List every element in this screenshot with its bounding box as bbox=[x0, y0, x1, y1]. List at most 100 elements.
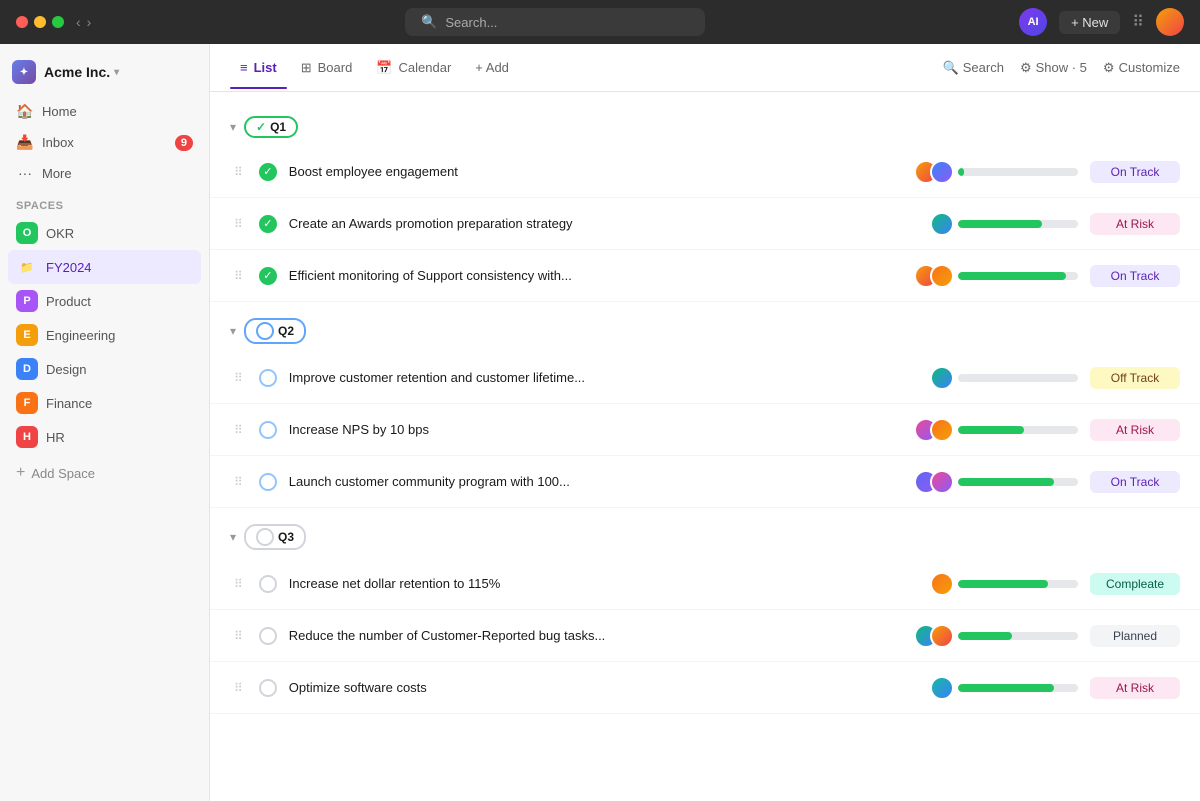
table-row: ⠿ ✓ Efficient monitoring of Support cons… bbox=[210, 250, 1200, 302]
sidebar: ✦ Acme Inc. ▾ 🏠 Home 📥 Inbox 9 ··· More … bbox=[0, 44, 210, 801]
q1-toggle[interactable]: ▾ bbox=[230, 120, 236, 134]
status-badge: Off Track bbox=[1090, 367, 1180, 389]
status-badge: At Risk bbox=[1090, 213, 1180, 235]
user-avatar[interactable] bbox=[1156, 8, 1184, 36]
status-badge: On Track bbox=[1090, 265, 1180, 287]
table-row: ⠿ Optimize software costs At Risk bbox=[210, 662, 1200, 714]
q2-circle-icon bbox=[256, 322, 274, 340]
avatar bbox=[930, 676, 954, 700]
drag-handle[interactable]: ⠿ bbox=[230, 161, 247, 183]
customize-icon: ⚙ bbox=[1103, 60, 1115, 76]
group-header-q3[interactable]: ▾ Q3 bbox=[210, 516, 1200, 558]
table-row: ⠿ Improve customer retention and custome… bbox=[210, 352, 1200, 404]
ai-badge[interactable]: AI bbox=[1019, 8, 1047, 36]
search-action[interactable]: 🔍 Search bbox=[943, 60, 1004, 76]
task-avatars bbox=[930, 212, 946, 236]
table-row: ⠿ Launch customer community program with… bbox=[210, 456, 1200, 508]
inbox-badge: 9 bbox=[175, 135, 193, 151]
add-space-button[interactable]: + Add Space bbox=[0, 458, 209, 488]
task-checkbox[interactable] bbox=[259, 369, 277, 387]
close-button[interactable] bbox=[16, 16, 28, 28]
drag-handle[interactable]: ⠿ bbox=[230, 625, 247, 647]
app-name[interactable]: Acme Inc. ▾ bbox=[44, 64, 119, 80]
home-icon: 🏠 bbox=[16, 103, 34, 120]
tab-board[interactable]: ⊞ Board bbox=[291, 54, 363, 82]
task-name: Launch customer community program with 1… bbox=[289, 474, 902, 489]
status-badge: On Track bbox=[1090, 161, 1180, 183]
drag-handle[interactable]: ⠿ bbox=[230, 419, 247, 441]
sidebar-item-design[interactable]: D Design bbox=[8, 352, 201, 386]
tab-list[interactable]: ≡ List bbox=[230, 54, 287, 81]
content: ≡ List ⊞ Board 📅 Calendar + Add 🔍 bbox=[210, 44, 1200, 801]
sidebar-nav: 🏠 Home 📥 Inbox 9 ··· More bbox=[0, 96, 209, 188]
sidebar-item-home-label: Home bbox=[42, 104, 77, 119]
grid-icon[interactable]: ⠿ bbox=[1132, 12, 1144, 32]
progress-fill bbox=[958, 580, 1048, 588]
chevron-down-icon: ▾ bbox=[114, 67, 119, 78]
customize-action[interactable]: ⚙ Customize bbox=[1103, 60, 1180, 76]
group-header-q2[interactable]: ▾ Q2 bbox=[210, 310, 1200, 352]
sidebar-item-product[interactable]: P Product bbox=[8, 284, 201, 318]
status-badge: On Track bbox=[1090, 471, 1180, 493]
q3-circle-icon bbox=[256, 528, 274, 546]
progress-fill bbox=[958, 272, 1066, 280]
task-checkbox[interactable] bbox=[259, 473, 277, 491]
group-header-q1[interactable]: ▾ ✓ Q1 bbox=[210, 108, 1200, 146]
task-checkbox[interactable]: ✓ bbox=[259, 267, 277, 285]
drag-handle[interactable]: ⠿ bbox=[230, 677, 247, 699]
maximize-button[interactable] bbox=[52, 16, 64, 28]
global-search[interactable]: 🔍 Search... bbox=[405, 8, 705, 36]
q2-badge: Q2 bbox=[244, 318, 306, 344]
sidebar-item-engineering[interactable]: E Engineering bbox=[8, 318, 201, 352]
task-name: Reduce the number of Customer-Reported b… bbox=[289, 628, 902, 643]
tab-calendar[interactable]: 📅 Calendar bbox=[366, 54, 461, 82]
task-checkbox[interactable] bbox=[259, 627, 277, 645]
sidebar-item-more[interactable]: ··· More bbox=[8, 158, 201, 188]
show-action[interactable]: ⚙ Show · 5 bbox=[1020, 60, 1087, 76]
design-label: Design bbox=[46, 362, 86, 377]
drag-handle[interactable]: ⠿ bbox=[230, 265, 247, 287]
sidebar-item-home[interactable]: 🏠 Home bbox=[8, 96, 201, 127]
titlebar-right: AI + New ⠿ bbox=[1019, 8, 1184, 36]
task-checkbox[interactable] bbox=[259, 575, 277, 593]
q3-label: Q3 bbox=[278, 530, 294, 544]
sidebar-item-hr[interactable]: H HR bbox=[8, 420, 201, 454]
sidebar-item-finance[interactable]: F Finance bbox=[8, 386, 201, 420]
q2-toggle[interactable]: ▾ bbox=[230, 324, 236, 338]
task-checkbox[interactable] bbox=[259, 679, 277, 697]
toolbar: ≡ List ⊞ Board 📅 Calendar + Add 🔍 bbox=[210, 44, 1200, 92]
drag-handle[interactable]: ⠿ bbox=[230, 213, 247, 235]
avatar bbox=[930, 212, 954, 236]
back-button[interactable]: ‹ bbox=[76, 14, 81, 30]
q1-badge: ✓ Q1 bbox=[244, 116, 298, 138]
avatar bbox=[930, 470, 954, 494]
search-icon: 🔍 bbox=[943, 60, 959, 76]
sidebar-item-more-label: More bbox=[42, 166, 72, 181]
task-checkbox[interactable]: ✓ bbox=[259, 215, 277, 233]
finance-label: Finance bbox=[46, 396, 92, 411]
task-avatars bbox=[914, 624, 946, 648]
task-name: Boost employee engagement bbox=[289, 164, 902, 179]
sidebar-item-okr[interactable]: O OKR bbox=[8, 216, 201, 250]
titlebar-left: ‹ › bbox=[16, 14, 91, 30]
task-checkbox[interactable] bbox=[259, 421, 277, 439]
q3-toggle[interactable]: ▾ bbox=[230, 530, 236, 544]
drag-handle[interactable]: ⠿ bbox=[230, 471, 247, 493]
minimize-button[interactable] bbox=[34, 16, 46, 28]
drag-handle[interactable]: ⠿ bbox=[230, 573, 247, 595]
avatar bbox=[930, 572, 954, 596]
add-view-button[interactable]: + Add bbox=[465, 54, 519, 81]
drag-handle[interactable]: ⠿ bbox=[230, 367, 247, 389]
task-avatars bbox=[914, 418, 946, 442]
task-checkbox[interactable]: ✓ bbox=[259, 163, 277, 181]
engineering-label: Engineering bbox=[46, 328, 115, 343]
avatar bbox=[930, 418, 954, 442]
sidebar-item-fy2024[interactable]: 📁 FY2024 bbox=[8, 250, 201, 284]
progress-fill bbox=[958, 220, 1042, 228]
progress-bar bbox=[958, 374, 1078, 382]
sidebar-item-inbox[interactable]: 📥 Inbox 9 bbox=[8, 127, 201, 158]
okr-label: OKR bbox=[46, 226, 74, 241]
table-row: ⠿ ✓ Boost employee engagement On Track bbox=[210, 146, 1200, 198]
avatar bbox=[930, 160, 954, 184]
new-button[interactable]: + New bbox=[1059, 11, 1120, 34]
